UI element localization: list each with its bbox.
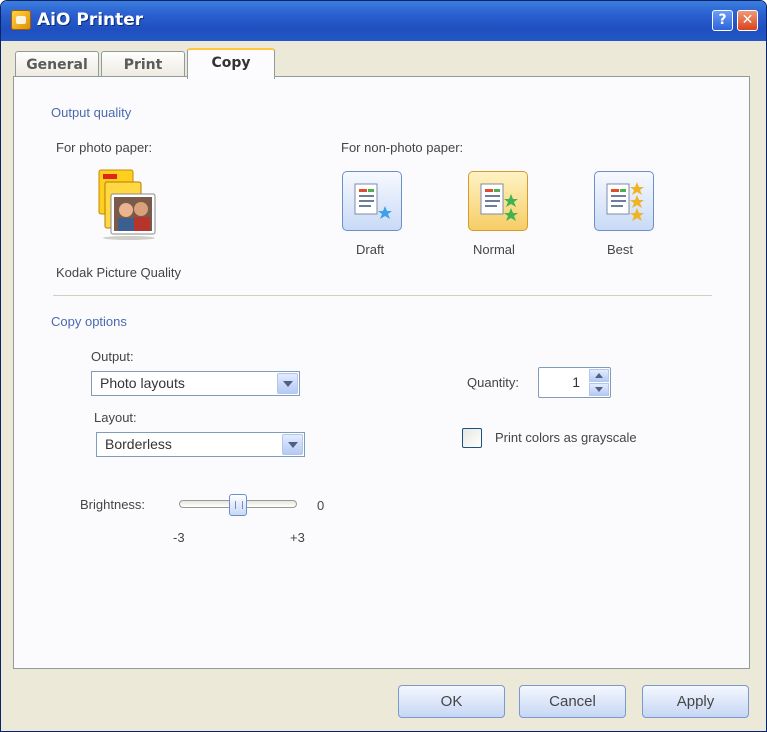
- brightness-min-label: -3: [173, 530, 185, 545]
- brightness-slider-thumb[interactable]: [229, 494, 247, 516]
- printer-dialog: AiO Printer ? ✕ General Print Copy Outpu…: [0, 0, 767, 732]
- copy-options-heading: Copy options: [51, 314, 127, 329]
- brightness-value: 0: [317, 498, 325, 513]
- grayscale-checkbox[interactable]: [462, 428, 482, 448]
- normal-quality-button[interactable]: [468, 171, 528, 231]
- quantity-stepper[interactable]: 1: [538, 367, 611, 398]
- quantity-value[interactable]: 1: [572, 374, 580, 390]
- output-label: Output:: [91, 349, 134, 364]
- draft-label: Draft: [356, 242, 385, 257]
- increment-arrow-icon[interactable]: [589, 369, 609, 382]
- normal-quality-icon: [480, 183, 518, 221]
- panel-content: Output quality For photo paper: For non-…: [1, 1, 766, 731]
- best-quality-icon: [606, 182, 644, 221]
- photo-paper-label: For photo paper:: [56, 140, 153, 155]
- chevron-down-icon[interactable]: [277, 373, 298, 394]
- grayscale-label[interactable]: Print colors as grayscale: [495, 430, 637, 445]
- layout-select[interactable]: Borderless: [96, 432, 305, 457]
- best-label: Best: [607, 242, 634, 257]
- draft-quality-button[interactable]: [342, 171, 402, 231]
- quantity-label: Quantity:: [467, 375, 520, 390]
- output-quality-heading: Output quality: [51, 105, 132, 120]
- section-divider: [53, 295, 712, 296]
- layout-select-value: Borderless: [105, 436, 172, 452]
- best-quality-button[interactable]: [594, 171, 654, 231]
- normal-label: Normal: [473, 242, 515, 257]
- draft-quality-icon: [354, 183, 392, 219]
- decrement-arrow-icon[interactable]: [589, 383, 609, 396]
- kodak-picture-quality-label: Kodak Picture Quality: [56, 265, 182, 280]
- brightness-label: Brightness:: [80, 497, 146, 512]
- output-select-value: Photo layouts: [100, 375, 185, 391]
- layout-label: Layout:: [94, 410, 137, 425]
- brightness-max-label: +3: [290, 530, 305, 545]
- nonphoto-paper-label: For non-photo paper:: [341, 140, 464, 155]
- chevron-down-icon[interactable]: [282, 434, 303, 455]
- kodak-photo-icon[interactable]: [97, 168, 159, 240]
- output-select[interactable]: Photo layouts: [91, 371, 300, 396]
